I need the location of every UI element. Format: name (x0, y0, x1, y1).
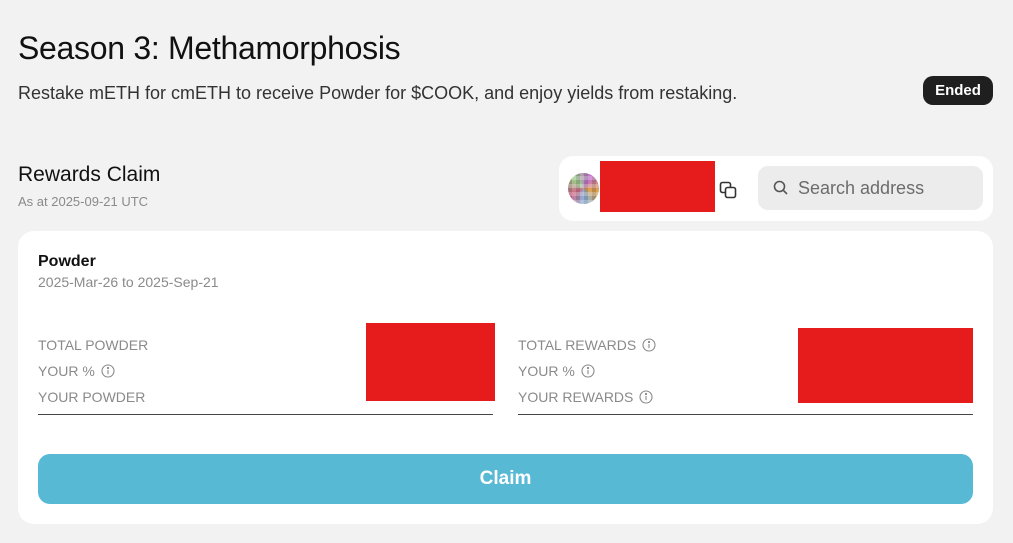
info-icon[interactable] (581, 364, 595, 378)
rewards-claim-date: As at 2025-09-21 UTC (18, 194, 149, 209)
info-icon[interactable] (642, 338, 656, 352)
search-box[interactable] (758, 166, 983, 210)
copy-icon[interactable] (718, 180, 738, 200)
stat-label: YOUR REWARDS (518, 389, 634, 405)
avatar (568, 173, 599, 204)
search-icon (773, 180, 788, 195)
stat-label: YOUR POWDER (38, 389, 146, 405)
stat-label: TOTAL POWDER (38, 337, 149, 353)
status-badge: Ended (923, 76, 993, 105)
redacted-reward-values (798, 328, 973, 403)
claim-button[interactable]: Claim (38, 454, 973, 504)
stat-label: YOUR % (518, 363, 575, 379)
page-subtitle: Restake mETH for cmETH to receive Powder… (18, 83, 738, 103)
redacted-address (600, 161, 715, 212)
info-icon[interactable] (639, 390, 653, 404)
redacted-powder-values (366, 323, 495, 401)
powder-card: Powder 2025-Mar-26 to 2025-Sep-21 TOTAL … (18, 231, 993, 524)
card-title: Powder (38, 253, 96, 270)
season-page: Season 3: Methamorphosis Restake mETH fo… (0, 0, 1013, 543)
info-icon[interactable] (101, 364, 115, 378)
stat-label: TOTAL REWARDS (518, 337, 637, 353)
stat-label: YOUR % (38, 363, 95, 379)
search-input[interactable] (798, 177, 978, 199)
rewards-claim-title: Rewards Claim (18, 163, 161, 186)
page-title: Season 3: Methamorphosis (18, 30, 401, 66)
address-panel (559, 156, 993, 221)
card-date-range: 2025-Mar-26 to 2025-Sep-21 (38, 274, 219, 290)
